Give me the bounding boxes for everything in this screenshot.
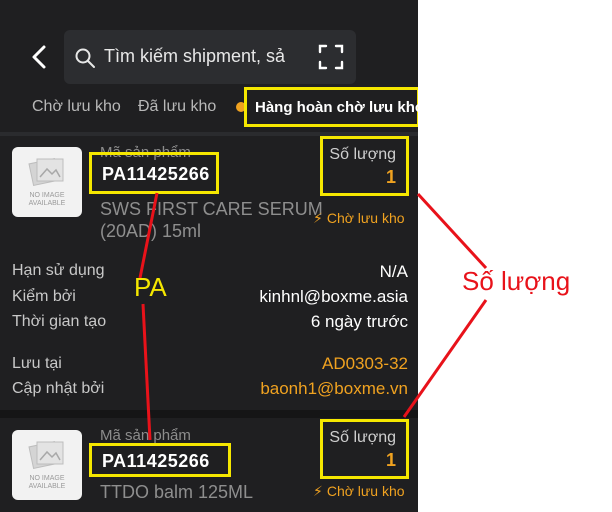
quantity-annotation-label: Số lượng [462,266,571,296]
qty-arrow-bottom [402,299,488,418]
qty-arrow-top [416,192,488,270]
pa-annotation-label: PA [134,272,167,302]
pa-arrow-top [138,192,159,279]
annotation-overlay [138,192,488,441]
pa-arrow-bottom [141,303,152,441]
